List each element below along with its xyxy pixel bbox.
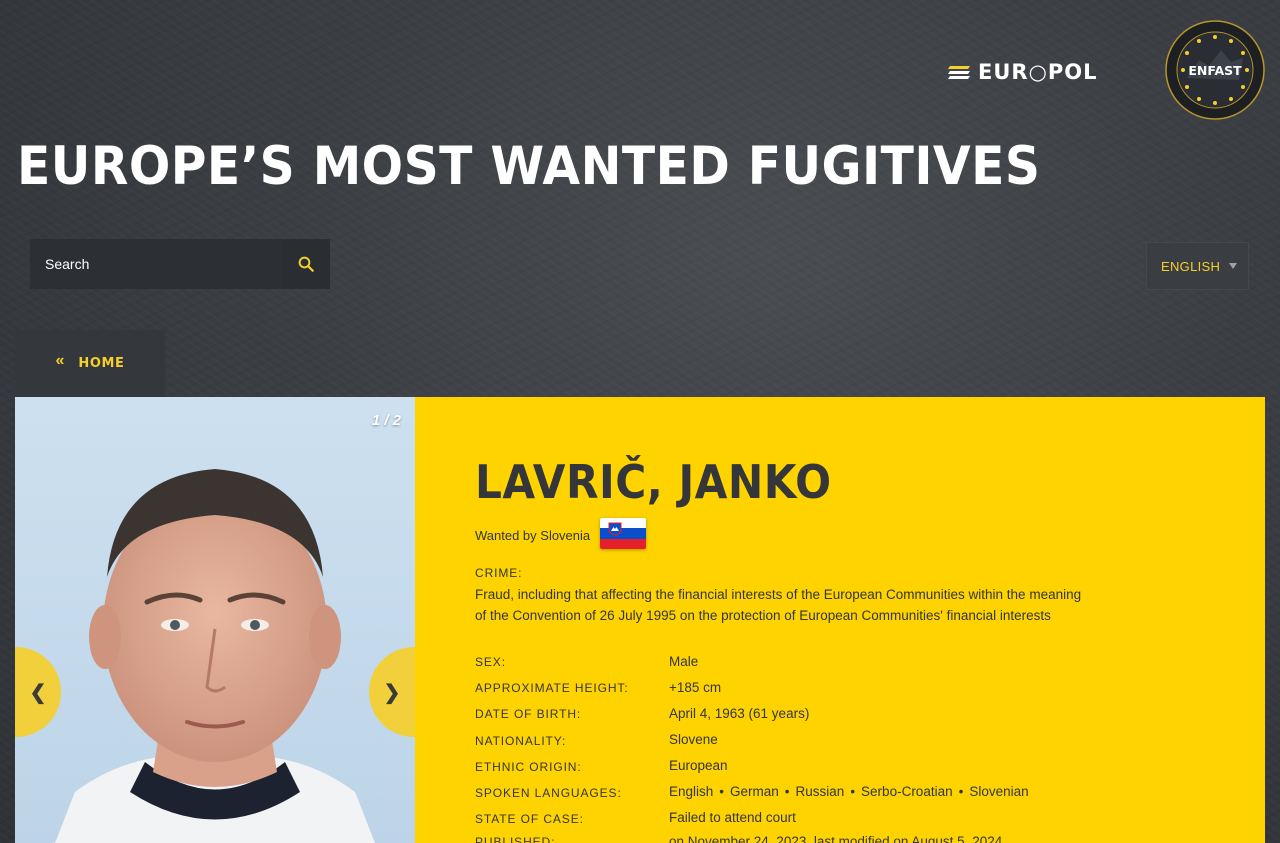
wanted-by-country: Wanted by Slovenia: [475, 528, 591, 543]
published-label: PUBLISHED:: [475, 835, 556, 843]
enfast-badge[interactable]: ENFAST: [1165, 20, 1265, 120]
fugitive-details-panel: LAVRIČ, JANKO Wanted by Slovenia CRIME: …: [415, 397, 1265, 843]
date-of-birth-label: DATE OF BIRTH:: [475, 707, 582, 721]
language-item: Russian: [795, 784, 845, 799]
enfast-label: ENFAST: [1188, 63, 1242, 78]
chevron-left-icon: ❮: [29, 681, 47, 704]
spoken-languages-label: SPOKEN LANGUAGES:: [475, 786, 622, 800]
language-select[interactable]: ENGLISH: [1146, 242, 1249, 290]
fugitive-name: LAVRIČ, JANKO: [475, 455, 832, 509]
bullet-separator: •: [784, 784, 790, 799]
spoken-languages-list: English • German • Russian • Serbo-Croat…: [669, 784, 1029, 799]
sex-value: Male: [669, 654, 699, 669]
date-of-birth-value: April 4, 1963 (61 years): [669, 706, 810, 721]
search-input[interactable]: [30, 239, 282, 289]
chevron-down-icon: [1229, 263, 1237, 269]
home-label: HOME: [78, 356, 125, 371]
published-value: on November 24, 2023, last modified on A…: [669, 834, 1003, 843]
language-item: Slovenian: [969, 784, 1029, 799]
bullet-separator: •: [958, 784, 964, 799]
language-selected-value: ENGLISH: [1161, 258, 1221, 274]
language-item: English: [669, 784, 714, 799]
europol-wordmark: EUR○POL: [978, 59, 1098, 84]
fugitive-photo: [15, 397, 415, 843]
bullet-separator: •: [850, 784, 856, 799]
bullet-separator: •: [719, 784, 725, 799]
flag-coat-of-arms-icon: [608, 522, 622, 536]
state-of-case-label: STATE OF CASE:: [475, 812, 584, 826]
language-item: Serbo-Croatian: [861, 784, 953, 799]
search-button[interactable]: [282, 239, 330, 289]
europol-emblem-icon: [948, 66, 970, 79]
sex-label: SEX:: [475, 655, 506, 669]
height-value: +185 cm: [669, 680, 722, 695]
height-label: APPROXIMATE HEIGHT:: [475, 681, 629, 695]
state-of-case-value: Failed to attend court: [669, 810, 796, 825]
europol-logo[interactable]: EUR○POL: [948, 60, 1124, 84]
home-link[interactable]: « HOME: [15, 330, 165, 397]
search-icon: [298, 256, 314, 272]
ethnic-origin-label: ETHNIC ORIGIN:: [475, 760, 582, 774]
crime-label: CRIME:: [475, 566, 523, 580]
double-chevron-left-icon: «: [55, 351, 65, 369]
crime-description: Fraud, including that affecting the fina…: [475, 587, 1082, 623]
search-box: [30, 239, 330, 289]
page-title: EUROPE’S MOST WANTED FUGITIVES: [17, 136, 1041, 197]
ethnic-origin-value: European: [669, 758, 728, 773]
nationality-value: Slovene: [669, 732, 718, 747]
chevron-right-icon: ❯: [383, 681, 401, 704]
fugitive-photo-gallery: 1 / 2 ❮ ❯: [15, 397, 415, 843]
slovenia-flag-icon: [600, 518, 646, 549]
language-item: German: [730, 784, 779, 799]
nationality-label: NATIONALITY:: [475, 734, 567, 748]
photo-counter: 1 / 2: [371, 412, 401, 429]
